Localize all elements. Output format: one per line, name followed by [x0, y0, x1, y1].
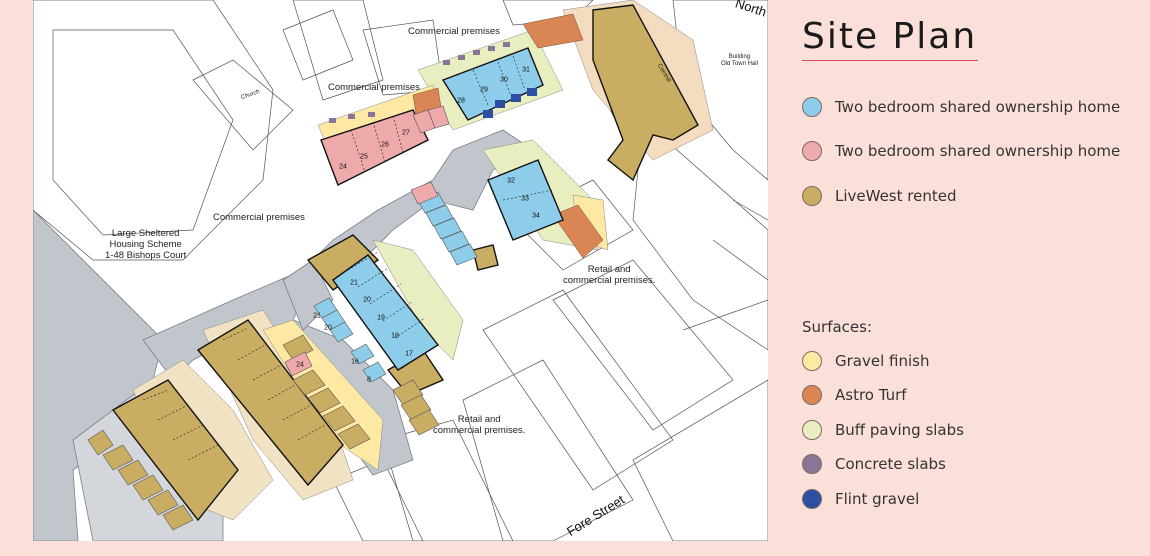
unit-number: 25: [360, 153, 368, 161]
commercial-premises-label-left: Commercial premises: [213, 212, 305, 223]
unit-number: 34: [532, 212, 540, 220]
legend-panel: Site Plan Two bedroom shared ownership h…: [768, 0, 1150, 556]
legend-item-buff-paving: Buff paving slabs: [802, 418, 964, 442]
legend-label: Two bedroom shared ownership home: [835, 142, 1121, 160]
sheltered-housing-label: Large Sheltered Housing Scheme 1-48 Bish…: [105, 228, 187, 261]
retail-commercial-label-bottom: Retail and commercial premises.: [433, 414, 526, 436]
concrete-swatch: [802, 454, 822, 474]
tan-swatch: [802, 186, 822, 206]
surfaces-heading: Surfaces:: [802, 318, 873, 336]
unit-number: 21: [313, 312, 321, 320]
unit-number: 17: [405, 350, 413, 358]
legend-label: Gravel finish: [835, 352, 930, 370]
legend-label: Flint gravel: [835, 490, 920, 508]
unit-number: 24: [296, 361, 304, 369]
legend-item-concrete: Concrete slabs: [802, 452, 946, 476]
legend-label: Concrete slabs: [835, 455, 946, 473]
unit-number: 27: [402, 129, 410, 137]
unit-number: 26: [381, 141, 389, 149]
unit-number: 19: [377, 314, 385, 322]
legend-item-gravel: Gravel finish: [802, 349, 929, 373]
retail-commercial-label-right: Retail and commercial premises.: [563, 264, 656, 286]
site-plan-map[interactable]: Commercial premises Commercial premises …: [33, 0, 768, 541]
unit-number: 28: [457, 97, 465, 105]
legend-label: LiveWest rented: [835, 187, 957, 205]
page-margin: [0, 0, 33, 556]
legend-label: Astro Turf: [835, 386, 907, 404]
legend-item-pink-shared: Two bedroom shared ownership home: [802, 139, 1120, 163]
old-town-hall-label: Building Old Town Hall: [721, 54, 758, 67]
gravel-swatch: [802, 351, 822, 371]
buff-paving-swatch: [802, 420, 822, 440]
commercial-premises-label-top: Commercial premises: [408, 26, 500, 37]
unit-number: 21: [350, 279, 358, 287]
pink-swatch: [802, 141, 822, 161]
blue-swatch: [802, 97, 822, 117]
legend-item-astro-turf: Astro Turf: [802, 383, 907, 407]
unit-number: 20: [363, 296, 371, 304]
unit-number: 16: [351, 358, 359, 366]
commercial-premises-label-mid: Commercial premises: [328, 82, 420, 93]
legend-label: Buff paving slabs: [835, 421, 964, 439]
unit-number: 32: [507, 177, 515, 185]
page-title: Site Plan: [802, 16, 978, 57]
flint-gravel-swatch: [802, 489, 822, 509]
legend-item-livewest-rented: LiveWest rented: [802, 184, 956, 208]
unit-number: 29: [480, 86, 488, 94]
unit-number: 18: [391, 332, 399, 340]
unit-number: 33: [521, 195, 529, 203]
astro-turf-swatch: [802, 385, 822, 405]
legend-item-flint-gravel: Flint gravel: [802, 487, 919, 511]
title-underline: [802, 60, 978, 61]
unit-number: 20: [324, 324, 332, 332]
legend-item-blue-shared: Two bedroom shared ownership home: [802, 95, 1120, 119]
unit-number: 8: [367, 376, 371, 384]
unit-number: 30: [500, 76, 508, 84]
legend-label: Two bedroom shared ownership home: [835, 98, 1121, 116]
unit-number: 31: [522, 66, 530, 74]
unit-number: 24: [339, 163, 347, 171]
